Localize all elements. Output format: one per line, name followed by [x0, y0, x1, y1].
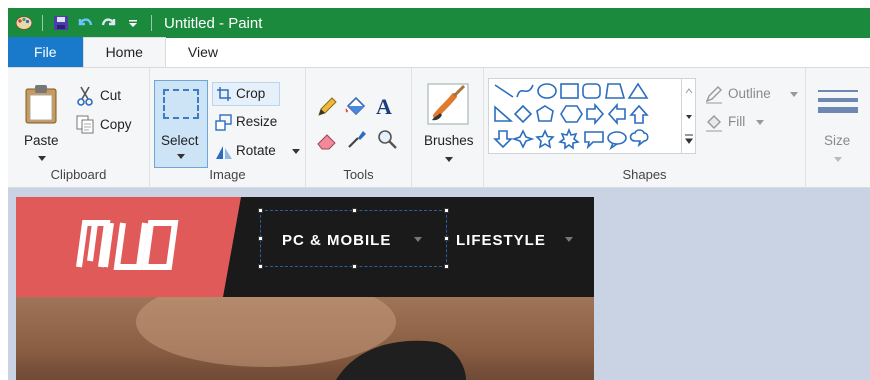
fill-button[interactable]: Fill — [704, 112, 800, 134]
qa-separator-2 — [151, 15, 152, 31]
rotate-button[interactable]: Rotate — [212, 141, 304, 163]
ribbon-home: Paste Cut Copy Clipboard Select Crop Res… — [8, 68, 870, 188]
handle-br[interactable] — [444, 264, 449, 269]
nav-caret-2-icon — [565, 237, 573, 242]
paste-dropdown-icon[interactable] — [38, 156, 46, 161]
clipboard-group-label: Clipboard — [50, 167, 107, 182]
handle-bm[interactable] — [352, 264, 357, 269]
paste-button[interactable]: Paste — [16, 78, 68, 168]
group-shapes: Outline Fill Shapes — [484, 68, 806, 188]
muo-logo-icon — [76, 220, 179, 270]
fill-bucket-icon[interactable] — [344, 94, 368, 118]
resize-label: Resize — [236, 114, 278, 129]
handle-tl[interactable] — [258, 208, 263, 213]
size-dropdown-icon[interactable] — [834, 157, 842, 162]
outline-icon — [705, 86, 722, 104]
group-tools: A Tools — [306, 68, 412, 188]
crop-button[interactable]: Crop — [212, 82, 280, 106]
size-button[interactable]: Size — [812, 78, 864, 168]
canvas-image[interactable]: PC & MOBILE LIFESTYLE — [16, 197, 594, 380]
title-bar: Untitled - Paint — [8, 8, 870, 38]
brushes-label: Brushes — [424, 133, 474, 148]
brushes-button[interactable]: Brushes — [418, 78, 478, 168]
handle-mr[interactable] — [444, 236, 449, 241]
save-icon[interactable] — [52, 14, 70, 32]
fill-label: Fill — [728, 114, 746, 129]
tools-group-label: Tools — [343, 167, 374, 182]
magnifier-icon[interactable] — [376, 128, 398, 150]
shapes-icons — [493, 82, 649, 151]
outline-button[interactable]: Outline — [704, 84, 800, 106]
scissors-icon — [77, 86, 93, 106]
text-tool-icon[interactable]: A — [376, 94, 392, 120]
customize-qa-icon[interactable] — [124, 14, 142, 32]
handle-tr[interactable] — [444, 208, 449, 213]
image-group-label: Image — [209, 167, 246, 182]
crop-label: Crop — [236, 86, 266, 101]
tab-home[interactable]: Home — [82, 37, 166, 67]
eraser-icon[interactable] — [316, 130, 338, 150]
rotate-dropdown-icon[interactable] — [292, 149, 300, 154]
group-size: Size — [806, 68, 870, 188]
shapes-gallery[interactable] — [488, 78, 696, 154]
outline-dropdown-icon[interactable] — [790, 92, 798, 97]
copy-label: Copy — [100, 117, 132, 132]
resize-button[interactable]: Resize — [212, 112, 302, 134]
selection-rectangle[interactable] — [258, 208, 449, 269]
brushes-dropdown-icon[interactable] — [445, 157, 453, 162]
paint-app-icon[interactable] — [15, 14, 33, 32]
color-picker-icon[interactable] — [346, 128, 368, 150]
rotate-label: Rotate — [236, 143, 276, 158]
select-button[interactable]: Select — [154, 80, 208, 168]
group-clipboard: Paste Cut Copy Clipboard — [8, 68, 150, 188]
shapes-scroll-icons — [685, 88, 693, 144]
select-label: Select — [161, 133, 199, 148]
quick-access-toolbar — [12, 8, 158, 38]
group-image: Select Crop Resize Rotate Image — [150, 68, 306, 188]
tab-view[interactable]: View — [166, 37, 240, 67]
undo-icon[interactable] — [76, 14, 94, 32]
shapes-group-label: Shapes — [622, 167, 667, 182]
cut-button[interactable]: Cut — [76, 86, 146, 108]
handle-bl[interactable] — [258, 264, 263, 269]
redo-icon[interactable] — [100, 14, 118, 32]
group-brushes: Brushes — [412, 68, 484, 188]
paste-label: Paste — [24, 133, 59, 148]
ribbon-tabs: File Home View — [8, 37, 870, 68]
photo-background — [16, 277, 594, 380]
fill-dropdown-icon[interactable] — [756, 120, 764, 125]
outline-label: Outline — [728, 86, 771, 101]
handle-ml[interactable] — [258, 236, 263, 241]
select-dropdown-icon[interactable] — [177, 154, 185, 159]
fill-icon — [706, 115, 722, 132]
cut-label: Cut — [100, 88, 122, 103]
photo-shapes — [136, 277, 466, 380]
rotate-icon — [216, 146, 232, 159]
canvas-workspace[interactable]: PC & MOBILE LIFESTYLE — [8, 189, 870, 380]
window-title: Untitled - Paint — [164, 14, 263, 32]
clipboard-icon — [25, 85, 57, 124]
shapes-scroll[interactable] — [681, 79, 695, 153]
resize-icon — [215, 114, 232, 131]
copy-icon — [76, 115, 94, 134]
pencil-icon[interactable] — [316, 96, 338, 118]
brush-icon — [427, 83, 469, 125]
nav-lifestyle: LIFESTYLE — [456, 232, 546, 249]
tab-file[interactable]: File — [8, 37, 83, 67]
paint-window: Untitled - Paint File Home View Paste Cu… — [8, 8, 870, 380]
handle-tm[interactable] — [352, 208, 357, 213]
qa-separator — [42, 15, 43, 31]
line-size-icon — [818, 90, 858, 113]
size-label: Size — [824, 133, 851, 148]
selection-rect-icon — [163, 89, 199, 119]
crop-icon — [217, 87, 231, 101]
copy-button[interactable]: Copy — [76, 115, 146, 137]
